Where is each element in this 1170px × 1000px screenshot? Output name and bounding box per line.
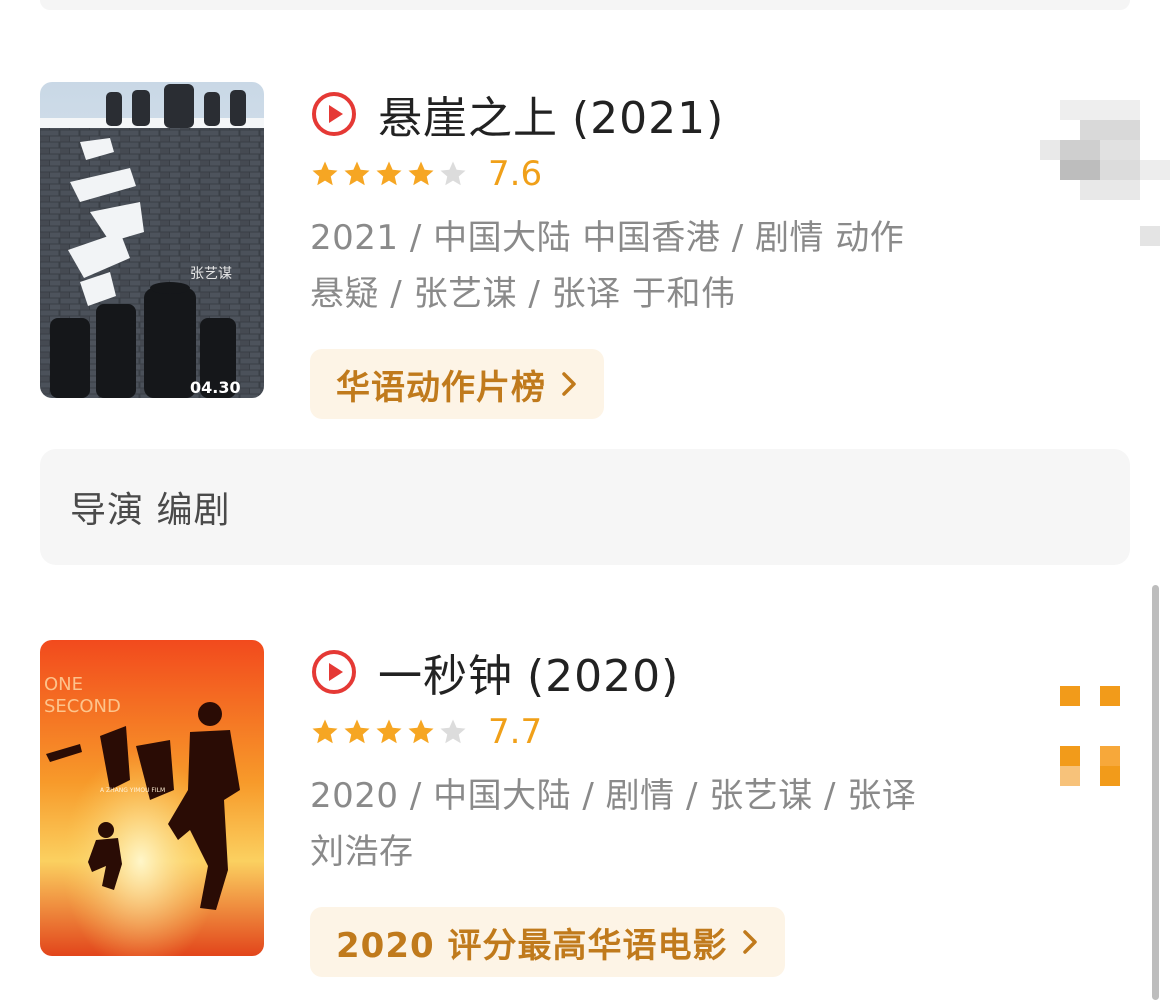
- play-circle-icon[interactable]: [310, 648, 358, 696]
- chart-ranking-tag[interactable]: 2020 评分最高华语电影: [310, 907, 786, 977]
- movie-poster[interactable]: ONE SECOND A ZHANG YIMOU FILM: [40, 640, 264, 956]
- star-icon: [408, 719, 434, 744]
- blurred-thumbnail[interactable]: [1050, 680, 1130, 790]
- poster-english-title: ONE: [44, 674, 83, 695]
- movie-title[interactable]: 一秒钟 (2020): [378, 640, 679, 704]
- movie-title[interactable]: 悬崖之上 (2021): [378, 82, 724, 146]
- role-label: 导演 编剧: [70, 490, 231, 531]
- movie-info: 悬崖之上 (2021) 7.6 2021 / 中国大陆 中国香港 / 剧情 动作 …: [310, 82, 970, 322]
- chart-ranking-label: 华语动作片榜: [336, 367, 546, 408]
- role-card[interactable]: 导演 编剧: [40, 449, 1130, 565]
- star-icon: [376, 719, 402, 744]
- movie-title-text: 一秒钟: [378, 651, 513, 702]
- scrollbar[interactable]: [1152, 585, 1159, 1000]
- movie-list-page: 张艺谋 04.30 悬崖之上 (2021) 7.6 2021 / 中国大陆 中国…: [0, 0, 1170, 1000]
- svg-text:张艺谋: 张艺谋: [190, 266, 232, 282]
- movie-year: (2020): [527, 651, 680, 702]
- chart-ranking-tag[interactable]: 华语动作片榜: [310, 349, 604, 419]
- rating-row: 7.7: [310, 712, 970, 752]
- chart-ranking-label: 2020 评分最高华语电影: [336, 925, 728, 966]
- star-empty-icon: [440, 719, 466, 744]
- rating-score: 7.6: [488, 154, 543, 194]
- chevron-right-icon: [743, 930, 758, 954]
- rating-stars: [310, 717, 470, 747]
- star-icon: [408, 161, 434, 186]
- movie-meta: 2021 / 中国大陆 中国香港 / 剧情 动作 悬疑 / 张艺谋 / 张译 于…: [310, 218, 905, 314]
- poster-film-credit: A ZHANG YIMOU FILM: [100, 787, 165, 794]
- movie-title-text: 悬崖之上: [378, 93, 558, 144]
- blurred-thumbnail[interactable]: [1040, 100, 1170, 250]
- svg-text:04.30: 04.30: [190, 378, 241, 397]
- movie-item[interactable]: 张艺谋 04.30 悬崖之上 (2021) 7.6 2021 / 中国大陆 中国…: [40, 82, 1130, 422]
- star-empty-icon: [440, 161, 466, 186]
- movie-item[interactable]: ONE SECOND A ZHANG YIMOU FILM 一秒钟 (2020)…: [40, 640, 1130, 980]
- movie-poster[interactable]: 张艺谋 04.30: [40, 82, 264, 398]
- star-icon: [376, 161, 402, 186]
- movie-info: 一秒钟 (2020) 7.7 2020 / 中国大陆 / 剧情 / 张艺谋 / 张…: [310, 640, 970, 880]
- star-icon: [312, 719, 338, 744]
- movie-year: (2021): [572, 93, 725, 144]
- star-icon: [344, 719, 370, 744]
- chevron-right-icon: [562, 372, 576, 396]
- star-icon: [344, 161, 370, 186]
- title-row: 悬崖之上 (2021): [310, 82, 970, 146]
- title-row: 一秒钟 (2020): [310, 640, 970, 704]
- star-icon: [312, 161, 338, 186]
- rating-stars: [310, 159, 470, 189]
- movie-meta: 2020 / 中国大陆 / 剧情 / 张艺谋 / 张译 刘浩存: [310, 776, 917, 872]
- previous-card-edge: [40, 0, 1130, 10]
- poster-english-title: SECOND: [44, 696, 121, 717]
- rating-score: 7.7: [488, 712, 543, 752]
- play-circle-icon[interactable]: [310, 90, 358, 138]
- rating-row: 7.6: [310, 154, 970, 194]
